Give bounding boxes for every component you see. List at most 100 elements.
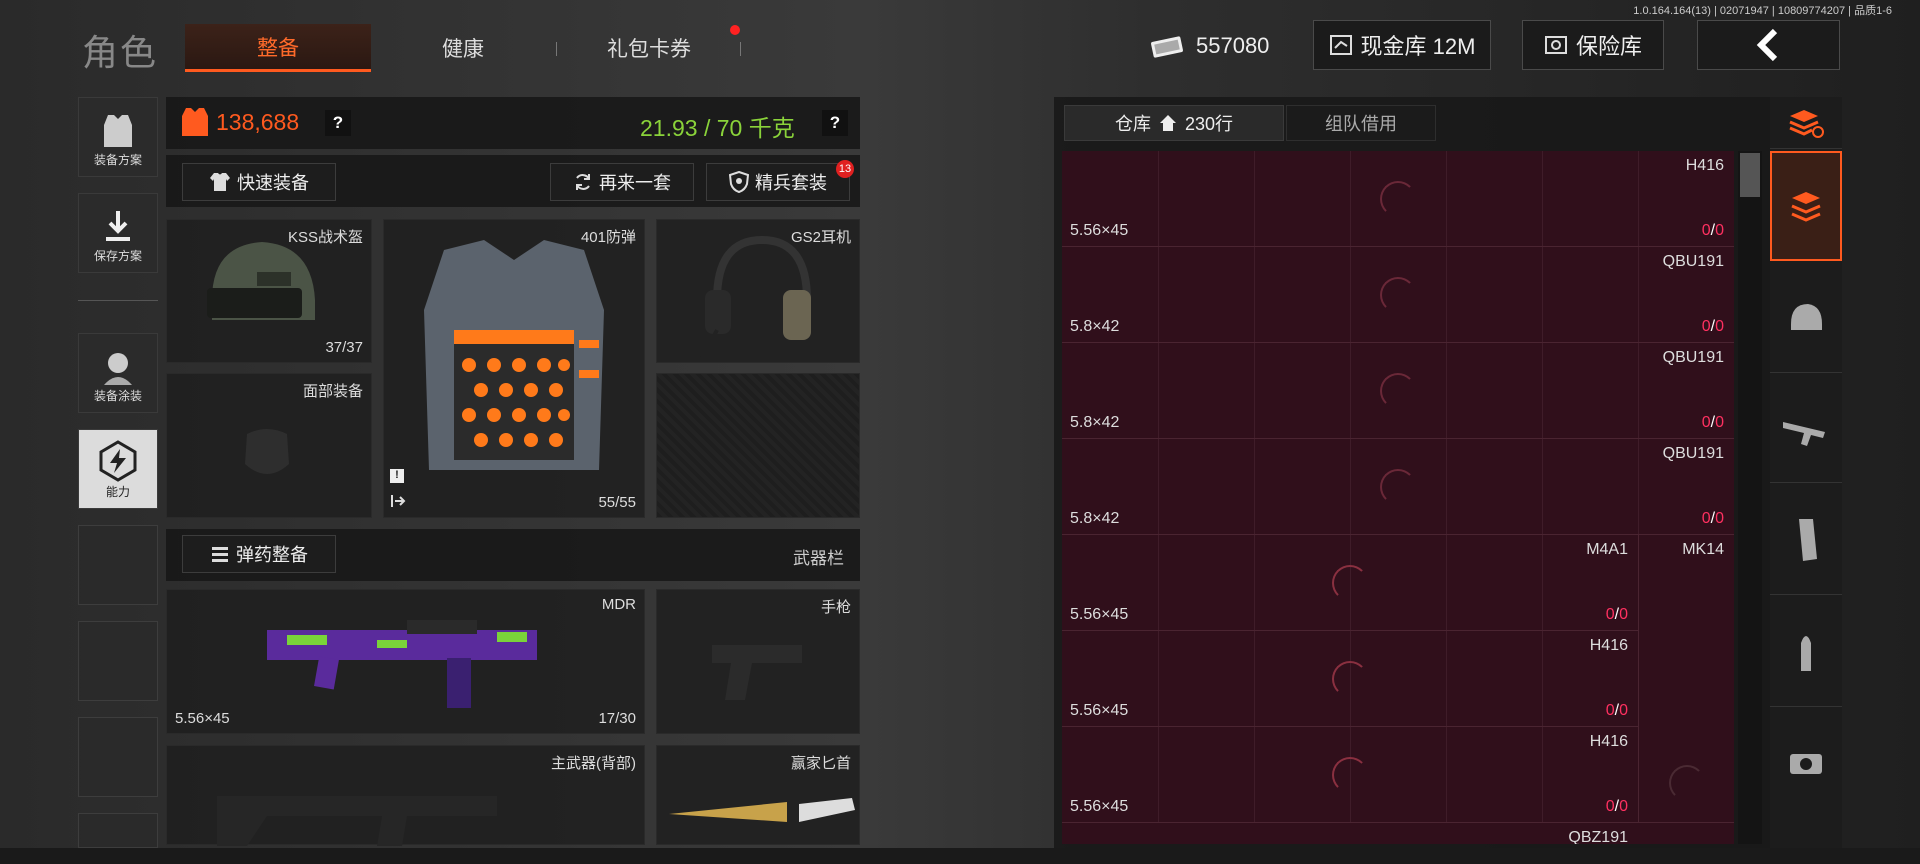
elite-kit-label: 精兵套装 xyxy=(755,173,827,193)
ammo-equip-label: 弹药整备 xyxy=(236,545,308,565)
sidebar-item-label: 能力 xyxy=(105,485,130,499)
warehouse-item-tall[interactable]: MK14 xyxy=(1638,535,1734,823)
reroll-button[interactable]: 再来一套 xyxy=(550,163,694,201)
warehouse-item[interactable]: QBZ191 xyxy=(1062,823,1734,844)
vest-value-icon xyxy=(182,108,208,136)
item-count-have: 0 xyxy=(1605,702,1615,719)
value-help-icon[interactable]: ? xyxy=(325,110,351,136)
item-name: MK14 xyxy=(1682,541,1724,558)
unequip-icon[interactable] xyxy=(390,493,406,509)
tab-health[interactable]: 健康 xyxy=(370,24,556,72)
weapon-bar-label: 武器栏 xyxy=(793,549,844,568)
cash-vault-label: 现金库 12M xyxy=(1360,34,1476,59)
sidebar-empty-slot xyxy=(78,525,158,605)
soldier-icon xyxy=(104,353,132,385)
currency-amount: 557080 xyxy=(1196,33,1270,58)
warehouse-item[interactable]: QBU191 5.8×42 0/0 xyxy=(1062,247,1734,343)
category-gear[interactable] xyxy=(1770,263,1842,373)
loading-spinner-icon xyxy=(1669,765,1705,801)
loading-spinner-icon xyxy=(1332,757,1368,793)
armor-slot[interactable]: 401防弹 ! 55/55 xyxy=(383,219,645,518)
sidebar-item-abilities[interactable]: 能力 xyxy=(78,429,158,509)
headset-slot[interactable]: GS2耳机 xyxy=(656,219,860,363)
sidebar-empty-slot xyxy=(78,621,158,701)
sidebar-item-loadout-plans[interactable]: 装备方案 xyxy=(78,97,158,177)
category-ammo[interactable] xyxy=(1770,597,1842,707)
category-all[interactable] xyxy=(1770,151,1842,261)
tab-gift-coupons[interactable]: 礼包卡券 xyxy=(556,24,742,72)
warehouse-item[interactable]: QBU191 5.8×42 0/0 xyxy=(1062,343,1734,439)
sort-button[interactable] xyxy=(1770,97,1842,149)
warehouse-item[interactable]: H416 5.56×45 0/0 xyxy=(1062,727,1638,823)
item-caliber: 5.8×42 xyxy=(1070,414,1120,431)
category-attachments[interactable] xyxy=(1770,709,1842,819)
item-count-have: 0 xyxy=(1605,606,1615,623)
sidebar-empty-slot xyxy=(78,717,158,797)
loadout-weight: 21.93 / 70 千克 xyxy=(640,115,795,141)
sidebar-item-save-plan[interactable]: 保存方案 xyxy=(78,193,158,273)
helmet-category-icon xyxy=(1791,303,1822,330)
info-icon[interactable]: ! xyxy=(390,469,404,483)
primary-weapon-ammo: 17/30 xyxy=(598,710,636,727)
item-name: H416 xyxy=(1685,157,1724,174)
helmet-icon xyxy=(207,242,315,320)
primary-weapon-slot[interactable]: MDR 5.56×45 17/30 xyxy=(166,589,645,734)
all-items-icon xyxy=(1791,192,1821,222)
scrollbar-track[interactable] xyxy=(1738,151,1762,844)
face-slot[interactable]: 面部装备 xyxy=(166,373,372,518)
pistol-slot[interactable]: 手枪 xyxy=(656,589,860,734)
tab-equipment[interactable]: 整备 xyxy=(185,24,371,72)
vest-icon xyxy=(104,115,132,147)
refresh-icon xyxy=(576,174,590,190)
ammo-list-icon xyxy=(212,547,228,562)
tab-warehouse[interactable]: 仓库 230行 xyxy=(1064,105,1284,141)
item-count-have: 0 xyxy=(1701,222,1711,239)
tab-team-borrow[interactable]: 组队借用 xyxy=(1286,105,1436,141)
warehouse-item[interactable]: QBU191 5.8×42 0/0 xyxy=(1062,439,1734,535)
sidebar-item-skins[interactable]: 装备涂装 xyxy=(78,333,158,413)
ammo-equip-button[interactable]: 弹药整备 xyxy=(182,535,336,573)
ability-icon xyxy=(99,440,137,482)
layers-refresh-icon xyxy=(1789,109,1824,138)
category-weapons[interactable] xyxy=(1770,373,1842,483)
headset-icon xyxy=(697,235,811,357)
tab-divider xyxy=(740,42,741,56)
page-title: 角色 xyxy=(82,32,159,73)
sidebar-item-label: 装备涂装 xyxy=(93,389,142,403)
cash-vault-button[interactable]: 现金库 12M xyxy=(1313,20,1491,70)
face-mask-icon xyxy=(245,429,289,474)
quick-equip-button[interactable]: 快速装备 xyxy=(182,163,336,201)
melee-slot[interactable]: 赢家匕首 xyxy=(656,745,860,845)
warehouse-item[interactable]: H416 5.56×45 0/0 xyxy=(1062,631,1638,727)
loading-spinner-icon xyxy=(1332,565,1368,601)
item-count: 0/0 xyxy=(1701,414,1724,431)
empty-gear-slot[interactable] xyxy=(656,373,860,518)
back-weapon-slot[interactable]: 主武器(背部) xyxy=(166,745,645,846)
pistol-name: 手枪 xyxy=(820,599,851,616)
category-magazines[interactable] xyxy=(1770,485,1842,595)
shield-icon xyxy=(729,171,749,193)
notification-dot xyxy=(730,25,740,35)
item-name: M4A1 xyxy=(1586,541,1628,558)
body-armor-icon xyxy=(424,240,604,470)
scrollbar-thumb[interactable] xyxy=(1740,153,1760,197)
shirt-icon xyxy=(210,173,230,191)
item-caliber: 5.8×42 xyxy=(1070,510,1120,527)
loading-spinner-icon xyxy=(1380,181,1416,217)
helmet-slot[interactable]: KSS战术盔 37/37 xyxy=(166,219,372,363)
safe-button[interactable]: 保险库 xyxy=(1522,20,1664,70)
sidebar-item-label: 保存方案 xyxy=(93,249,142,263)
scope-icon xyxy=(1790,754,1822,774)
warehouse-item[interactable]: M4A1 5.56×45 0/0 xyxy=(1062,535,1638,631)
item-caliber: 5.8×42 xyxy=(1070,318,1120,335)
back-button[interactable] xyxy=(1697,20,1840,70)
elite-kit-badge: 13 xyxy=(836,160,854,178)
item-count-total: 0 xyxy=(1715,414,1724,431)
elite-kit-button[interactable]: 精兵套装 xyxy=(706,163,850,201)
item-name: QBU191 xyxy=(1662,445,1724,462)
warehouse-item[interactable]: H416 5.56×45 0/0 xyxy=(1062,151,1734,247)
item-count-have: 0 xyxy=(1701,510,1711,527)
warehouse-grid: H416 5.56×45 0/0 QBU191 5.8×42 0/0 QBU19… xyxy=(1062,151,1734,844)
weight-help-icon[interactable]: ? xyxy=(822,110,848,136)
primary-weapon-name: MDR xyxy=(601,596,636,613)
